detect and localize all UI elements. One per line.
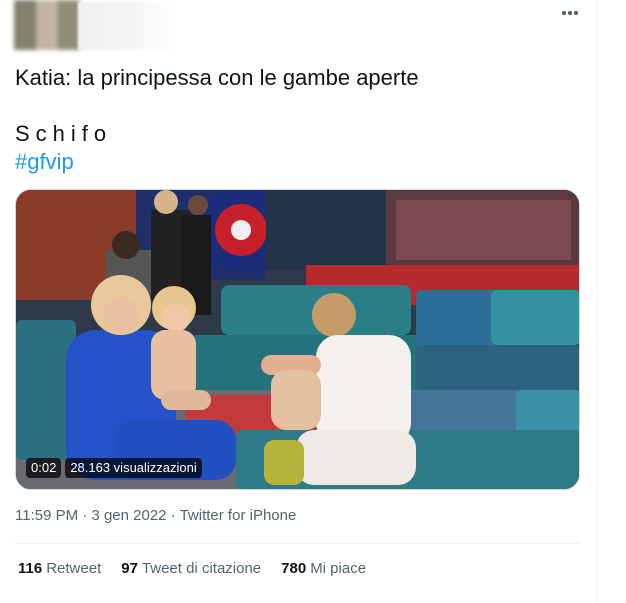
video-player[interactable]: 0:02 28.163 visualizzazioni: [15, 189, 580, 490]
likes-label: Mi piace: [310, 560, 367, 577]
tweet-line-1: Katia: la principessa con le gambe apert…: [15, 65, 419, 90]
likes-stat[interactable]: 780 Mi piace: [281, 560, 366, 577]
video-duration: 0:02: [26, 458, 62, 478]
tweet-text: Katia: la principessa con le gambe apert…: [15, 64, 585, 176]
likes-count: 780: [281, 560, 307, 577]
tweet-line-2: Schifo: [15, 121, 113, 146]
video-frame: [16, 190, 579, 489]
tweet-stats: 116 Retweet 97 Tweet di citazione 780 Mi pi…: [18, 560, 366, 577]
more-options-icon[interactable]: [558, 2, 582, 24]
quote-tweets-stat[interactable]: 97 Tweet di citazione: [121, 560, 261, 577]
retweets-stat[interactable]: 116 Retweet: [18, 560, 101, 577]
tweet-source[interactable]: Twitter for iPhone: [180, 507, 297, 524]
retweets-count: 116: [18, 560, 43, 577]
meta-separator: ·: [170, 507, 176, 524]
tweet-date[interactable]: 3 gen 2022: [91, 507, 166, 524]
video-badge: 0:02 28.163 visualizzazioni: [26, 458, 202, 478]
divider: [15, 543, 580, 544]
quotes-count: 97: [121, 560, 138, 577]
tweet-header: [0, 0, 596, 56]
timeline-border: [596, 0, 597, 603]
quotes-label: Tweet di citazione: [141, 560, 262, 577]
avatar-blurred[interactable]: [14, 0, 80, 50]
user-name-blurred[interactable]: [78, 2, 178, 50]
hashtag-link[interactable]: #gfvip: [15, 148, 585, 176]
tweet-meta: 11:59 PM · 3 gen 2022 · Twitter for iPho…: [15, 507, 296, 524]
retweets-label: Retweet: [46, 560, 102, 577]
video-views: 28.163 visualizzazioni: [65, 458, 202, 478]
meta-separator: ·: [82, 507, 88, 524]
tweet-time[interactable]: 11:59 PM: [15, 507, 78, 524]
